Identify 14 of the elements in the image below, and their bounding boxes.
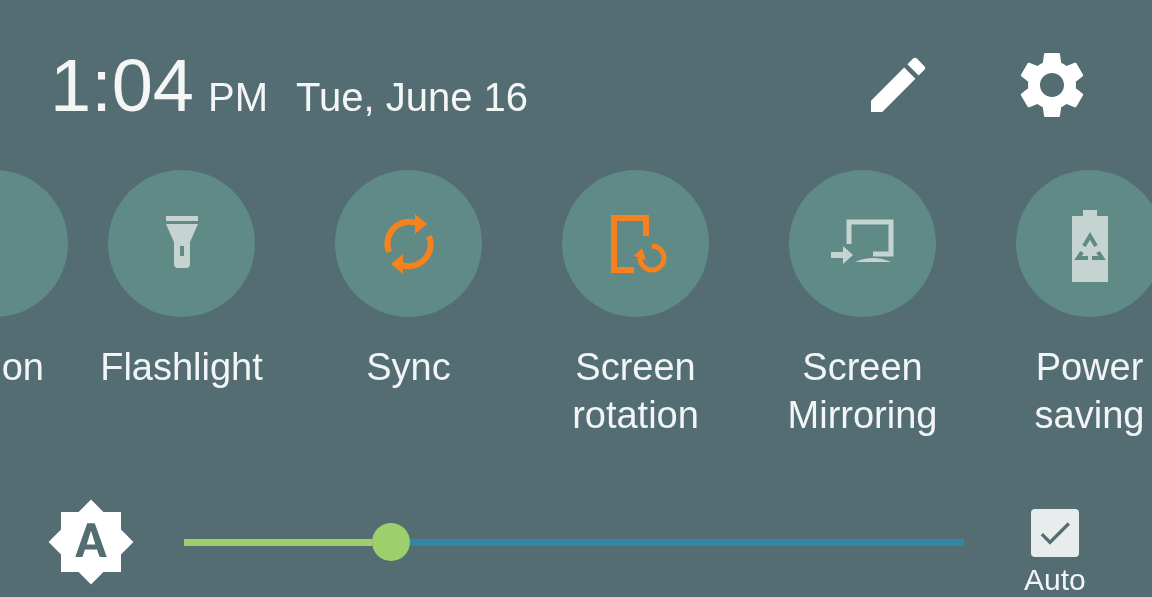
date-text: Tue, June 16 [296, 73, 529, 121]
auto-brightness-icon [46, 497, 136, 587]
auto-label: Auto [1024, 563, 1086, 597]
slider-thumb[interactable] [371, 523, 410, 561]
tile-label: Screen Mirroring [786, 345, 939, 438]
brightness-slider[interactable] [184, 523, 964, 561]
clock-ampm: PM [208, 73, 269, 121]
auto-checkbox[interactable] [1030, 509, 1079, 557]
tile-label: Screen rotation [571, 345, 700, 438]
clock-time: 1:04 [50, 42, 195, 129]
tile-label: Flashlight [99, 345, 264, 390]
tile-label: Sync [365, 345, 452, 390]
tile-label: Power saving [1033, 345, 1146, 438]
tile-label: on [1, 345, 45, 390]
